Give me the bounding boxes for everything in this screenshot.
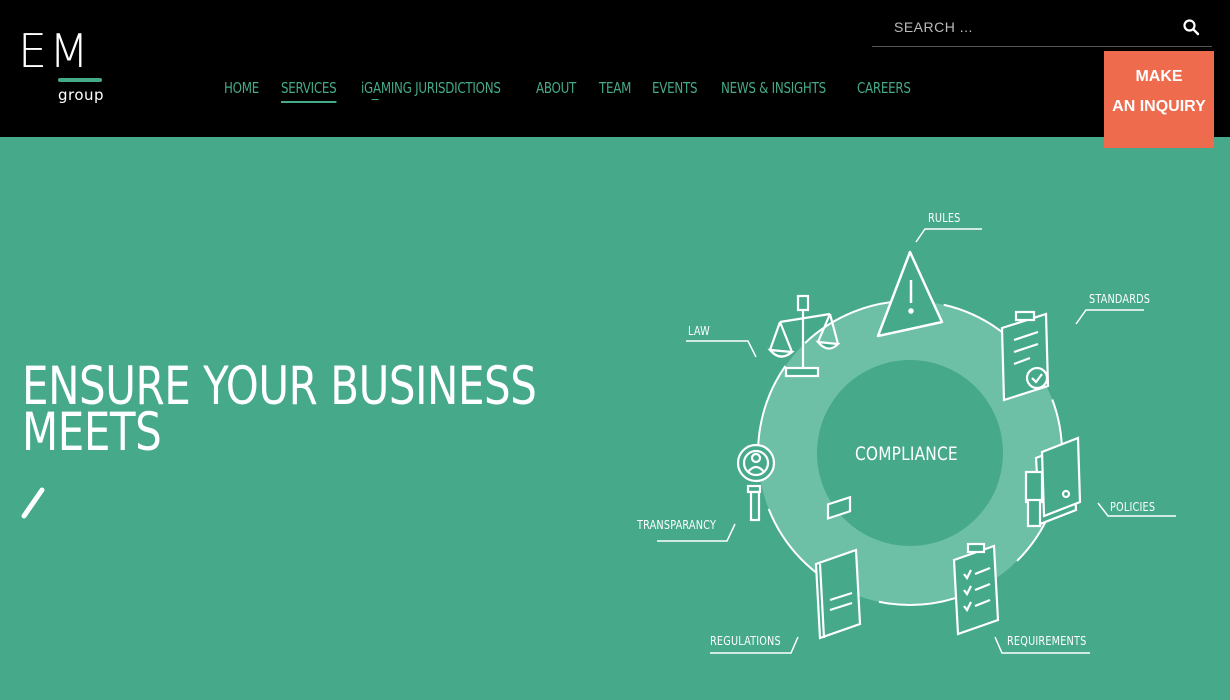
compliance-ring-graphic (657, 228, 1176, 654)
logo-sub: group (58, 86, 105, 104)
label-rules: RULES (928, 211, 961, 225)
search-bar (872, 8, 1212, 54)
site-header: EM group HOME SERVICES iGAMING JURISDICT… (0, 0, 1230, 137)
text-cursor-mark (21, 487, 45, 519)
inquiry-line2: AN INQUIRY (1112, 98, 1206, 115)
nav-home[interactable]: HOME (224, 79, 259, 103)
nav-services[interactable]: SERVICES (280, 79, 336, 103)
nav-team[interactable]: TEAM (599, 79, 631, 103)
main-nav: HOME SERVICES iGAMING JURISDICTIONS ABOU… (224, 79, 935, 103)
logo-mark: EM (18, 24, 91, 78)
label-requirements: REQUIREMENTS (1007, 634, 1087, 648)
em-group-logo[interactable]: EM group (18, 28, 108, 110)
label-standards: STANDARDS (1089, 292, 1151, 306)
hero-title: ENSURE YOUR BUSINESS MEETS (22, 356, 537, 463)
nav-about[interactable]: ABOUT (536, 79, 576, 103)
make-inquiry-button[interactable]: MAKE AN INQUIRY (1104, 51, 1214, 148)
clipboard-icon (1000, 310, 1050, 402)
compliance-label: COMPLIANCE (855, 443, 958, 465)
inquiry-line1: MAKE (1135, 68, 1183, 85)
nav-events[interactable]: EVENTS (652, 79, 697, 103)
label-regulations: REGULATIONS (710, 634, 781, 648)
label-law: LAW (688, 324, 710, 338)
compliance-diagram: COMPLIANCE RULES STANDARDS LAW POLICIES … (620, 200, 1200, 670)
search-icon[interactable] (1182, 18, 1200, 36)
warning-icon (876, 250, 944, 338)
nav-news-insights[interactable]: NEWS & INSIGHTS (721, 79, 826, 103)
nav-igaming-jurisdictions[interactable]: iGAMING JURISDICTIONS (361, 79, 501, 103)
search-input[interactable] (892, 14, 1176, 40)
label-transparancy: TRANSPARANCY (637, 518, 717, 532)
logo-accent-bar (58, 78, 102, 82)
checklist-icon (952, 542, 1000, 636)
label-policies: POLICIES (1110, 500, 1156, 514)
nav-careers[interactable]: CAREERS (857, 79, 911, 103)
